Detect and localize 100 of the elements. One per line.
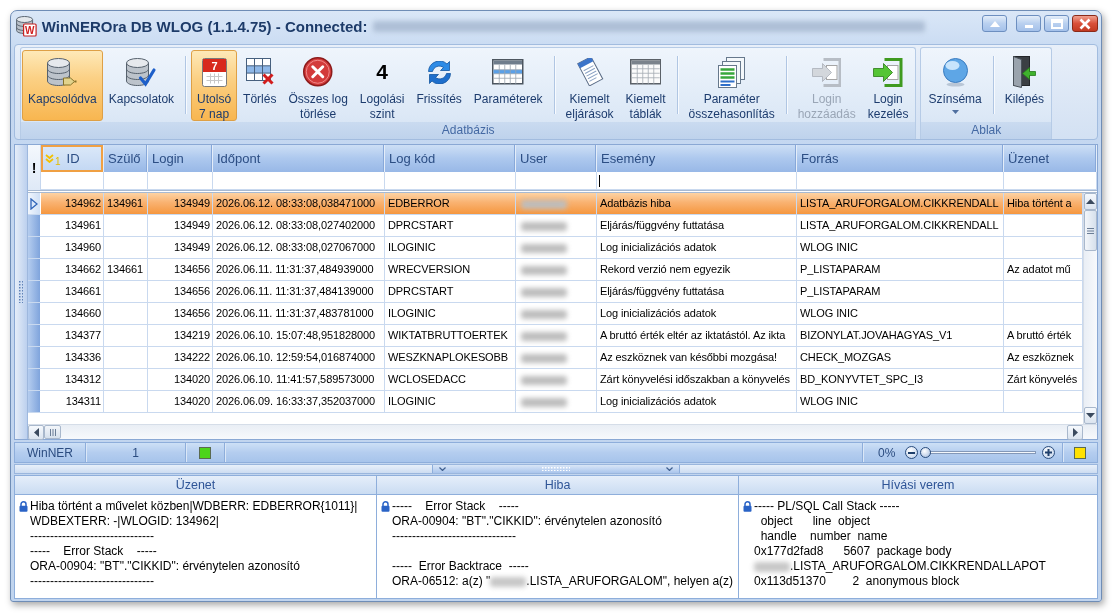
row-selector[interactable] bbox=[28, 193, 41, 214]
column-header[interactable]: Időpont bbox=[213, 145, 385, 172]
zoom-level: 0% bbox=[878, 445, 896, 460]
message-text: .LISTA_ARUFORGALOM.CIKKRENDALLAPOT bbox=[790, 559, 1046, 573]
row-selector[interactable] bbox=[28, 391, 41, 412]
column-header[interactable]: Üzenet bbox=[1004, 145, 1097, 172]
filter-field[interactable] bbox=[516, 172, 597, 190]
ribbon-collapse-button[interactable] bbox=[982, 15, 1007, 32]
row-selector[interactable] bbox=[28, 259, 41, 280]
group-label: Adatbázis bbox=[21, 122, 916, 139]
table-cell: 134661 bbox=[41, 281, 104, 302]
panel-splitter[interactable] bbox=[14, 464, 1098, 474]
column-header[interactable]: Szülő bbox=[104, 145, 148, 172]
message-text: ORA-06512: a(z) " bbox=[392, 574, 491, 588]
column-header[interactable]: Forrás bbox=[797, 145, 1004, 172]
ribbon-button[interactable]: Összes log törlése bbox=[282, 50, 354, 121]
table-cell: 2026.06.12. 08:33:08,027402000 bbox=[213, 215, 385, 236]
ribbon-button[interactable]: Kiemelt eljárások bbox=[559, 50, 620, 121]
ribbon-button[interactable]: 4 Logolási szint bbox=[353, 50, 411, 121]
row-selector[interactable] bbox=[28, 325, 41, 346]
table-cell: LISTA_ARUFORGALOM.CIKKRENDALL bbox=[797, 193, 1004, 214]
row-selector[interactable] bbox=[28, 281, 41, 302]
scrollbar-thumb[interactable] bbox=[1084, 210, 1097, 251]
filter-field[interactable] bbox=[797, 172, 1004, 190]
table-row[interactable]: 134962 134961 134949 2026.06.12. 08:33:08,038471000 EDBERROR Adatbázis hiba LISTA_ARUFORGALOM.CIKKRENDALL Hiba történt a bbox=[28, 193, 1083, 215]
table-row[interactable]: 134660 134656 2026.06.11. 11:31:37,483781000 ILOGINIC Log inicializációs adatok WLOG INIC bbox=[28, 303, 1083, 325]
filter-field[interactable] bbox=[213, 172, 385, 190]
stacked-documents-icon bbox=[718, 56, 746, 88]
triangle-down-icon bbox=[1086, 413, 1095, 418]
database-check-icon bbox=[126, 57, 157, 87]
table-cell: ILOGINIC bbox=[385, 391, 516, 412]
plus-icon bbox=[1045, 449, 1053, 456]
table-cell: 2026.06.12. 08:33:08,038471000 bbox=[213, 193, 385, 214]
table-cell: EDBERROR bbox=[385, 193, 516, 214]
row-selector[interactable] bbox=[28, 303, 41, 324]
table-cell: WRECVERSION bbox=[385, 259, 516, 280]
table-row[interactable]: 134961 134949 2026.06.12. 08:33:08,027402000 DPRCSTART Eljárás/függvény futtatása LISTA_ARUFORGALOM.CIKKRENDALL bbox=[28, 215, 1083, 237]
scroll-down-button[interactable] bbox=[1084, 407, 1097, 424]
exit-door-icon bbox=[1012, 56, 1037, 88]
table-cell: LISTA_ARUFORGALOM.CIKKRENDALL bbox=[797, 215, 1004, 236]
horizontal-scrollbar[interactable] bbox=[28, 424, 1097, 439]
calendar-icon: 7 bbox=[201, 57, 227, 87]
table-row[interactable]: 134377 134219 2026.06.10. 15:07:48,951828000 WIKTATBRUTTOERTEK A bruttó érték eltér az iktatástól. Az ikta BIZONYLAT.JOVAHAGYAS_V1 A bruttó érték bbox=[28, 325, 1083, 347]
zoom-in-button[interactable] bbox=[1042, 446, 1056, 459]
ribbon-button[interactable]: Frissítés bbox=[410, 50, 468, 121]
table-row[interactable]: 134312 134020 2026.06.10. 11:41:57,589573000 WCLOSEDACC Zárt könyvelési időszakban a könyvelés BD_KONYVTET_SPC_I3 Zárt könyvelés bbox=[28, 369, 1083, 391]
vertical-scrollbar[interactable] bbox=[1083, 193, 1097, 424]
zoom-slider-thumb[interactable] bbox=[920, 447, 932, 458]
panel-header: Hívási verem bbox=[739, 476, 1097, 495]
scroll-left-button[interactable] bbox=[28, 425, 44, 440]
table-cell: WESZKNAPLOKESOBB bbox=[385, 347, 516, 368]
ribbon-button[interactable]: Paraméterek bbox=[467, 50, 549, 121]
column-header[interactable]: Log kód bbox=[385, 145, 516, 172]
filter-field[interactable] bbox=[148, 172, 213, 190]
filter-field[interactable] bbox=[1004, 172, 1097, 190]
window-title: WinNEROra DB WLOG (1.1.4.75) - Connected: bbox=[41, 18, 368, 35]
close-button[interactable] bbox=[1072, 15, 1098, 32]
row-selector[interactable] bbox=[28, 237, 41, 258]
ribbon-button[interactable]: Kiemelt táblák bbox=[619, 50, 672, 121]
filter-field[interactable] bbox=[104, 172, 148, 190]
row-selector[interactable] bbox=[28, 215, 41, 236]
ribbon-button[interactable]: Paraméter összehasonlítás bbox=[682, 50, 781, 121]
ribbon-button[interactable]: Kilépés bbox=[998, 50, 1051, 121]
column-header[interactable]: Login bbox=[148, 145, 213, 172]
row-selector[interactable] bbox=[28, 347, 41, 368]
triangle-left-icon bbox=[33, 428, 39, 437]
table-row[interactable]: 134960 134949 2026.06.12. 08:33:08,027067000 ILOGINIC Log inicializációs adatok WLOG INIC bbox=[28, 237, 1083, 259]
row-pointer-icon bbox=[30, 197, 38, 210]
x-circle-icon bbox=[303, 57, 333, 87]
column-header[interactable]: 1 ID bbox=[41, 145, 104, 172]
zoom-out-button[interactable] bbox=[905, 446, 919, 459]
ribbon-button[interactable]: 7 Utolsó 7 nap bbox=[191, 50, 238, 121]
ribbon-button[interactable]: Login kezelés bbox=[861, 50, 915, 121]
scrollbar-thumb[interactable] bbox=[44, 425, 61, 439]
table-cell: A bruttó érték eltér az iktatástól. Az ikta bbox=[597, 325, 797, 346]
column-header[interactable]: User bbox=[516, 145, 597, 172]
scroll-up-button[interactable] bbox=[1084, 193, 1097, 210]
table-row[interactable]: 134661 134656 2026.06.11. 11:31:37,484139000 DPRCSTART Eljárás/függvény futtatása P_LISTAPARAM bbox=[28, 281, 1083, 303]
ribbon-button[interactable]: Színséma bbox=[922, 50, 988, 121]
ribbon-button[interactable]: Kapcsolatok bbox=[102, 50, 181, 121]
column-header[interactable]: Esemény bbox=[597, 145, 797, 172]
scroll-right-button[interactable] bbox=[1067, 425, 1083, 440]
row-selector[interactable] bbox=[28, 369, 41, 390]
table-cell: DPRCSTART bbox=[385, 215, 516, 236]
table-cell: Zárt könyvelési időszakban a könyvelés bbox=[597, 369, 797, 390]
message-line: object line object bbox=[759, 514, 872, 529]
ribbon-button[interactable]: Törlés bbox=[237, 50, 283, 121]
filter-field[interactable] bbox=[597, 172, 797, 190]
table-cell: 2026.06.10. 11:41:57,589573000 bbox=[213, 369, 385, 390]
table-row[interactable]: 134336 134222 2026.06.10. 12:59:54,016874000 WESZKNAPLOKESOBB Az eszköznek van későbbi mozgása! CHECK_MOZGAS Az eszköznek bbox=[28, 347, 1083, 369]
minimize-icon bbox=[1024, 25, 1033, 28]
table-cell: 134949 bbox=[148, 215, 213, 236]
filter-field[interactable] bbox=[41, 172, 104, 190]
ribbon-button[interactable]: Kapcsolódva bbox=[22, 50, 103, 121]
filter-field[interactable] bbox=[385, 172, 516, 190]
table-row[interactable]: 134311 134020 2026.06.09. 16:33:37,352037000 ILOGINIC Log inicializációs adatok WLOG INIC bbox=[28, 391, 1083, 413]
table-cell: WCLOSEDACC bbox=[385, 369, 516, 390]
table-row[interactable]: 134662 134661 134656 2026.06.11. 11:31:37,484939000 WRECVERSION Rekord verzió nem egyezik P_LISTAPARAM Az adatot mű bbox=[28, 259, 1083, 281]
splitter-handle[interactable] bbox=[432, 465, 680, 473]
minimize-button[interactable] bbox=[1016, 15, 1041, 32]
